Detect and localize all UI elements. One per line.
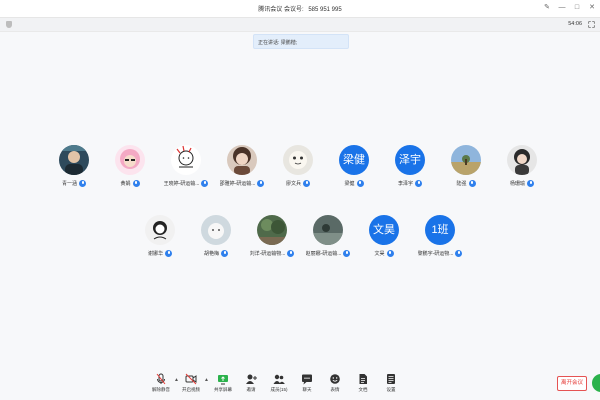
share-screen-button[interactable]: 共享屏幕	[208, 373, 238, 399]
avatar	[171, 145, 201, 175]
meeting-toolbar: 解除静音 ▲ 开启视频 ▲ 共享屏幕 邀请 成员(15) 聊天 表情 文档 设置	[0, 370, 600, 400]
participant-name: 杨珊瑜	[509, 181, 525, 187]
avatar	[145, 215, 175, 245]
window-title: 腾讯会议 会议号: 585 951 995	[0, 4, 600, 13]
video-off-icon	[185, 373, 197, 385]
video-button[interactable]: 开启视频	[176, 373, 206, 399]
mic-icon	[221, 250, 228, 257]
fullscreen-icon[interactable]	[588, 21, 595, 28]
participant-name: 李泽宇	[397, 181, 413, 187]
mute-button[interactable]: 解除静音	[146, 373, 176, 399]
emoji-button[interactable]: 表情	[320, 373, 350, 399]
app-name: 腾讯会议	[258, 7, 283, 13]
mic-muted-icon	[156, 373, 166, 385]
participant-name: 黄娟	[120, 181, 131, 187]
share-screen-icon	[218, 375, 228, 385]
avatar	[283, 145, 313, 175]
emoji-label: 表情	[330, 387, 340, 392]
leave-meeting-button[interactable]: 离开会议	[557, 376, 587, 391]
participant-name: 文昊	[374, 251, 385, 257]
avatar	[507, 145, 537, 175]
chat-label: 聊天	[302, 387, 312, 392]
docs-label: 文档	[358, 387, 368, 392]
avatar: 1班	[425, 215, 455, 245]
mic-icon	[165, 250, 172, 257]
add-user-icon	[246, 374, 257, 384]
emoji-icon	[330, 374, 340, 384]
participant-tile[interactable]: 杨珊瑜	[488, 145, 556, 205]
document-icon	[359, 374, 367, 384]
members-label: 成员(15)	[270, 387, 288, 392]
participant-name: 胡艳梅	[203, 251, 219, 257]
mic-icon	[527, 180, 534, 187]
docs-button[interactable]: 文档	[348, 373, 378, 399]
mic-icon	[356, 180, 364, 187]
avatar	[257, 215, 287, 245]
settings-button[interactable]: 设置	[376, 373, 406, 399]
close-icon[interactable]: ✕	[588, 3, 596, 13]
mic-icon	[386, 250, 394, 257]
mic-icon	[455, 250, 463, 257]
avatar	[313, 215, 343, 245]
avatar: 梁健	[339, 145, 369, 175]
mic-icon	[79, 180, 86, 187]
video-label: 开启视频	[182, 387, 200, 392]
chat-icon	[302, 374, 312, 385]
window-controls: ✎ — □ ✕	[543, 3, 596, 13]
participant-name: 赵丽娜-研运输...	[305, 251, 342, 257]
avatar: 泽宇	[395, 145, 425, 175]
avatar: 文昊	[369, 215, 399, 245]
participant-name: 谢娜华	[147, 251, 163, 257]
participant-tile[interactable]: 1班 黎鹏宇-研运物...	[406, 215, 474, 275]
mic-icon	[132, 180, 140, 187]
avatar	[227, 145, 257, 175]
meeting-number: 585 951 995	[308, 7, 342, 13]
participant-name: 陆强	[456, 181, 467, 187]
avatar	[451, 145, 481, 175]
participant-name: 刘洋-研运输物...	[249, 251, 286, 257]
invite-label: 邀请	[246, 387, 256, 392]
participant-name: 黎鹏宇-研运物...	[417, 251, 454, 257]
avatar	[115, 145, 145, 175]
maximize-icon[interactable]: □	[573, 3, 581, 13]
speaking-banner: 正在讲话: 梁鹏楷;	[253, 34, 349, 49]
mute-label: 解除静音	[152, 387, 170, 392]
title-bar: 腾讯会议 会议号: 585 951 995 ✎ — □ ✕	[0, 0, 600, 18]
shield-icon[interactable]	[6, 21, 12, 28]
participant-name: 廖文兵	[285, 181, 301, 187]
share-label: 共享屏幕	[214, 387, 232, 392]
avatar	[201, 215, 231, 245]
avatar	[59, 145, 89, 175]
participant-name: 邵雅婷-研运输...	[219, 181, 256, 187]
members-icon	[273, 374, 285, 384]
mic-icon	[415, 180, 422, 187]
settings-icon	[387, 374, 395, 384]
mic-icon	[303, 180, 310, 187]
info-bar: 54:06	[0, 18, 600, 32]
settings-label: 设置	[386, 387, 396, 392]
participant-name: 青一涵	[61, 181, 77, 187]
participant-name: 王晓婷-研运输...	[163, 181, 200, 187]
minimize-icon[interactable]: —	[558, 3, 566, 13]
meeting-timer: 54:06	[568, 21, 582, 27]
participant-name: 梁健	[344, 181, 355, 187]
chat-button[interactable]: 聊天	[292, 373, 322, 399]
pin-icon[interactable]: ✎	[543, 3, 551, 13]
members-button[interactable]: 成员(15)	[264, 373, 294, 399]
mic-icon	[468, 180, 476, 187]
meeting-label: 会议号:	[283, 7, 304, 13]
invite-button[interactable]: 邀请	[236, 373, 266, 399]
